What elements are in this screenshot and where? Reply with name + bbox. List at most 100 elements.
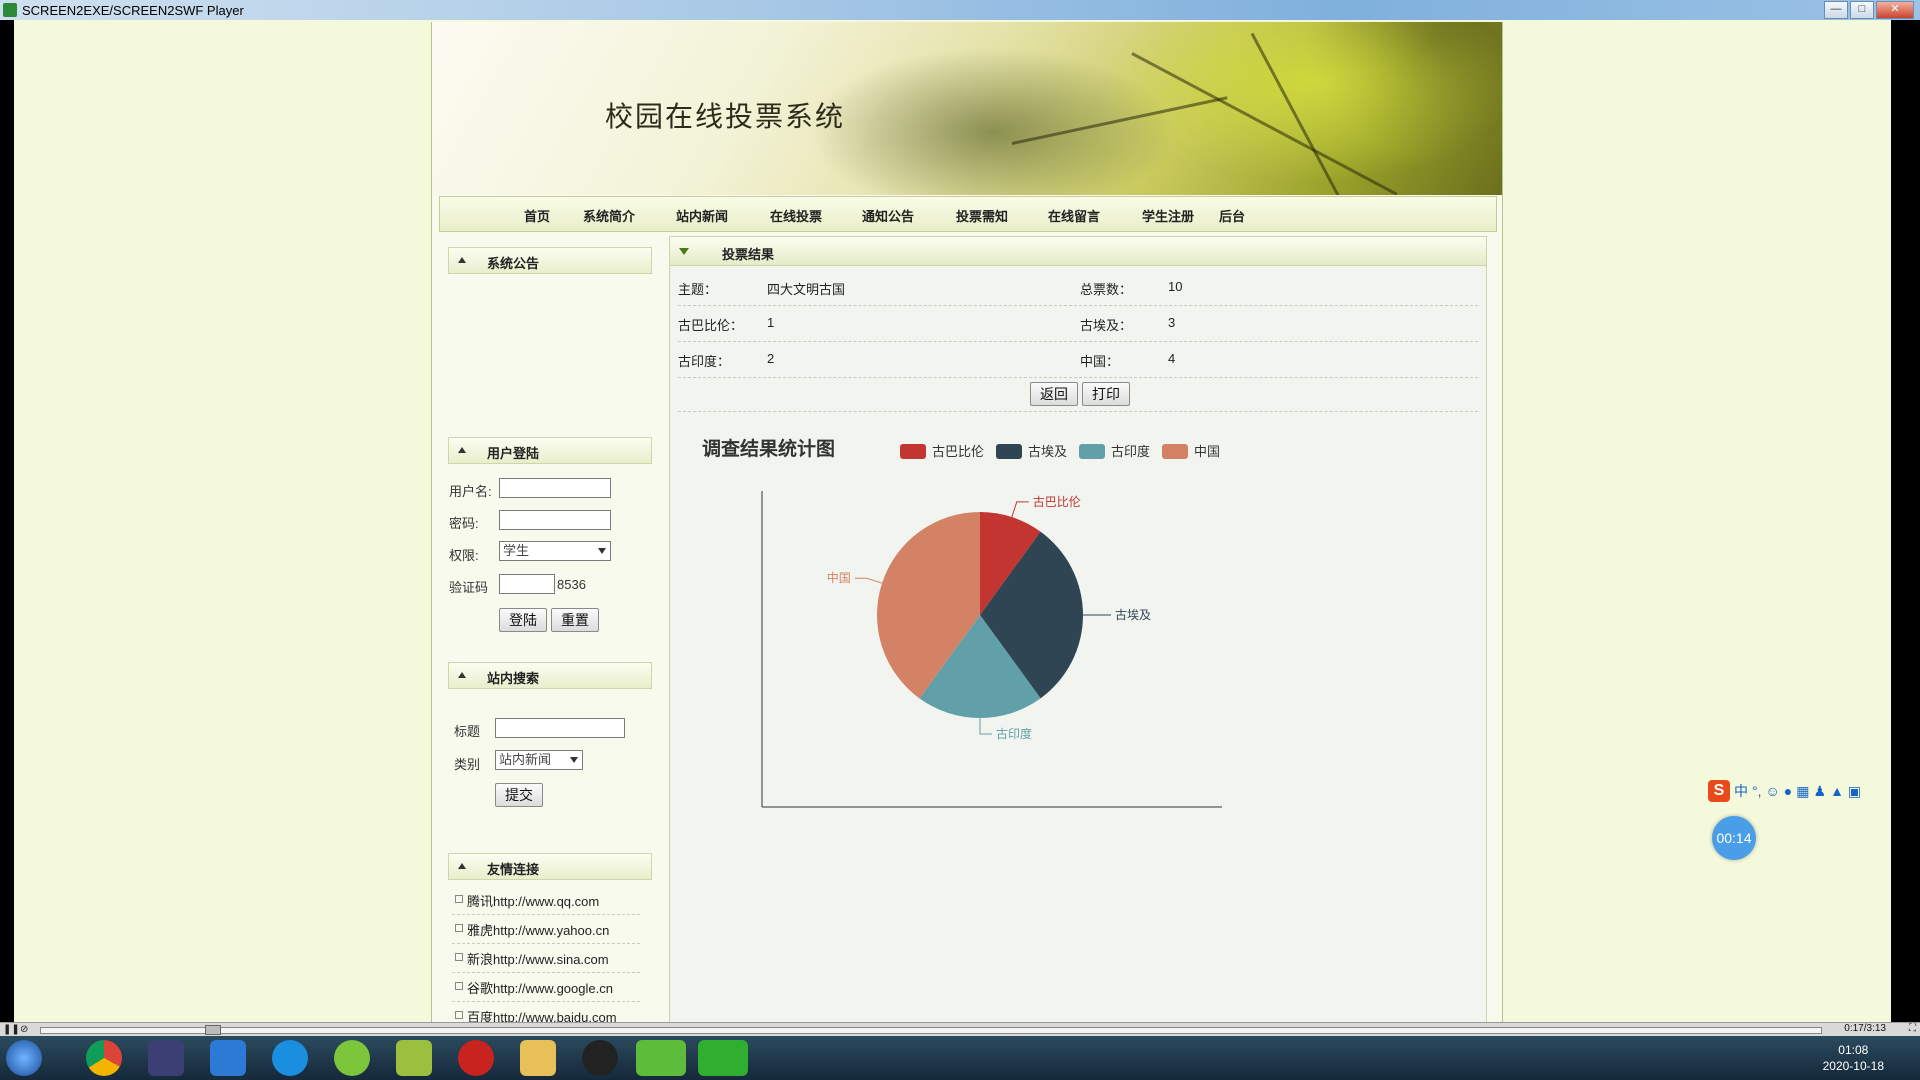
banner-decoration — [1131, 52, 1398, 195]
qq-icon[interactable] — [582, 1040, 618, 1076]
result-row: 主题： 四大文明古国 总票数： 10 — [678, 269, 1478, 306]
player-title-bar: SCREEN2EXE/SCREEN2SWF Player — □ ✕ — [0, 0, 1920, 20]
nav-admin[interactable]: 后台 — [1219, 206, 1245, 225]
ime-mode[interactable]: 中 — [1734, 781, 1748, 801]
friend-link[interactable]: 谷歌http://www.google.cn — [452, 973, 640, 1002]
friend-link[interactable]: 雅虎http://www.yahoo.cn — [452, 915, 640, 944]
notepad-icon[interactable] — [396, 1040, 432, 1076]
legend-swatch[interactable] — [1162, 444, 1188, 459]
seek-thumb[interactable] — [205, 1025, 221, 1035]
captcha-input[interactable] — [499, 574, 555, 594]
ime-toolbar[interactable]: S 中 °, ☺ ● ▦ ♟ ▲ ▣ — [1708, 778, 1920, 804]
pie-chart: 调查结果统计图 古巴比伦 古埃及 古印度 中国 古巴比伦古埃及古印度中国 — [702, 437, 1222, 808]
keyboard-icon[interactable]: ▦ — [1796, 783, 1809, 800]
friend-link[interactable]: 新浪http://www.sina.com — [452, 944, 640, 973]
search-category-value: 站内新闻 — [499, 752, 552, 767]
browser-icon[interactable] — [272, 1040, 308, 1076]
left-border — [0, 20, 14, 1022]
captcha-code: 8536 — [557, 577, 586, 592]
fullscreen-icon[interactable]: ⛶ — [1909, 1023, 1916, 1034]
mic-icon[interactable]: ● — [1784, 783, 1792, 799]
search-title-input[interactable] — [495, 718, 625, 738]
nav-about[interactable]: 系统简介 — [583, 206, 635, 225]
punctuation-icon[interactable]: °, — [1752, 783, 1762, 799]
friend-link[interactable]: 百度http://www.baidu.com — [452, 1002, 640, 1023]
legend-label[interactable]: 古巴比伦 — [932, 444, 984, 459]
nav-message[interactable]: 在线留言 — [1048, 206, 1100, 225]
grid-icon[interactable]: ▣ — [1848, 783, 1861, 800]
login-button[interactable]: 登陆 — [499, 608, 547, 632]
nav-news[interactable]: 站内新闻 — [676, 206, 728, 225]
legend-swatch[interactable] — [1079, 444, 1105, 459]
reset-button[interactable]: 重置 — [551, 608, 599, 632]
banner-decoration — [1011, 96, 1228, 145]
eclipse-icon[interactable] — [148, 1040, 184, 1076]
back-button[interactable]: 返回 — [1030, 382, 1078, 406]
slice-label-line — [979, 718, 992, 735]
password-label: 密码: — [449, 516, 479, 531]
role-label: 权限: — [449, 548, 479, 563]
option-label: 古印度： — [678, 354, 731, 369]
result-header: 投票结果 — [670, 237, 1486, 266]
legend-label[interactable]: 中国 — [1194, 444, 1220, 459]
maximize-button[interactable]: □ — [1850, 1, 1874, 19]
nav-vote-guide[interactable]: 投票需知 — [956, 206, 1008, 225]
banner: 校园在线投票系统 — [432, 22, 1502, 195]
emoji-icon[interactable]: ☺ — [1766, 783, 1780, 799]
chrome-icon[interactable] — [86, 1040, 122, 1076]
legend-swatch[interactable] — [996, 444, 1022, 459]
slice-label: 古巴比伦 — [1033, 494, 1081, 509]
search-category-select[interactable]: 站内新闻 — [495, 750, 583, 770]
friend-link[interactable]: 腾讯http://www.qq.com — [452, 886, 640, 915]
friend-link-text[interactable]: 新浪http://www.sina.com — [467, 949, 609, 968]
nav-bar: 首页 系统简介 站内新闻 在线投票 通知公告 投票需知 在线留言 学生注册 后台 — [439, 196, 1497, 232]
screen2swf-icon[interactable] — [698, 1040, 748, 1076]
option-label: 古巴比伦： — [678, 318, 744, 333]
ime-logo-icon: S — [1708, 780, 1730, 802]
minimize-button[interactable]: — — [1824, 1, 1848, 19]
explorer-icon[interactable] — [520, 1040, 556, 1076]
subject-value: 四大文明古国 — [767, 282, 846, 297]
username-input[interactable] — [499, 478, 611, 498]
print-button[interactable]: 打印 — [1082, 382, 1130, 406]
friend-link-text[interactable]: 谷歌http://www.google.cn — [467, 978, 613, 997]
baidu-netdisk-icon[interactable] — [210, 1040, 246, 1076]
legend-label[interactable]: 古印度 — [1111, 444, 1150, 459]
app-green-icon[interactable] — [334, 1040, 370, 1076]
nav-notice[interactable]: 通知公告 — [862, 206, 914, 225]
slice-label: 古埃及 — [1115, 607, 1151, 622]
friend-link-text[interactable]: 百度http://www.baidu.com — [467, 1007, 617, 1022]
rewind-icon[interactable]: ⊘ — [20, 1024, 28, 1035]
skin-icon[interactable]: ▲ — [1830, 783, 1844, 799]
player-time: 0:17/3:13 — [1844, 1023, 1886, 1034]
chevron-down-icon — [598, 548, 606, 554]
friend-link-text[interactable]: 雅虎http://www.yahoo.cn — [467, 920, 609, 939]
nav-home[interactable]: 首页 — [524, 206, 550, 225]
player-seek-bar[interactable]: ❚❚ ⊘ 0:17/3:13 ⛶ — [0, 1022, 1920, 1037]
taskbar-clock[interactable]: 01:08 2020-10-18 — [1823, 1042, 1884, 1074]
user-icon[interactable]: ♟ — [1814, 783, 1827, 800]
start-button-icon[interactable] — [6, 1040, 42, 1076]
result-actions: 返回 打印 — [678, 377, 1478, 412]
app-icon — [3, 3, 17, 17]
legend-label[interactable]: 古埃及 — [1028, 444, 1067, 459]
password-input[interactable] — [499, 510, 611, 530]
collapse-icon — [458, 672, 466, 678]
close-button[interactable]: ✕ — [1876, 1, 1914, 19]
flash-icon[interactable] — [458, 1040, 494, 1076]
recording-timer[interactable]: 00:14 — [1712, 816, 1756, 860]
role-select[interactable]: 学生 — [499, 541, 611, 561]
pause-icon[interactable]: ❚❚ — [3, 1024, 20, 1035]
clock-date: 2020-10-18 — [1822, 1059, 1884, 1073]
nav-vote[interactable]: 在线投票 — [770, 206, 822, 225]
search-header: 站内搜索 — [448, 662, 652, 689]
search-submit-button[interactable]: 提交 — [495, 783, 543, 807]
seek-track[interactable] — [40, 1027, 1822, 1034]
legend-swatch[interactable] — [900, 444, 926, 459]
bullet-icon — [455, 982, 463, 990]
wechat-icon[interactable] — [636, 1040, 686, 1076]
nav-register[interactable]: 学生注册 — [1142, 206, 1194, 225]
friend-link-text[interactable]: 腾讯http://www.qq.com — [467, 891, 599, 910]
slice-label-line — [1011, 501, 1029, 518]
search-title: 站内搜索 — [487, 671, 540, 686]
